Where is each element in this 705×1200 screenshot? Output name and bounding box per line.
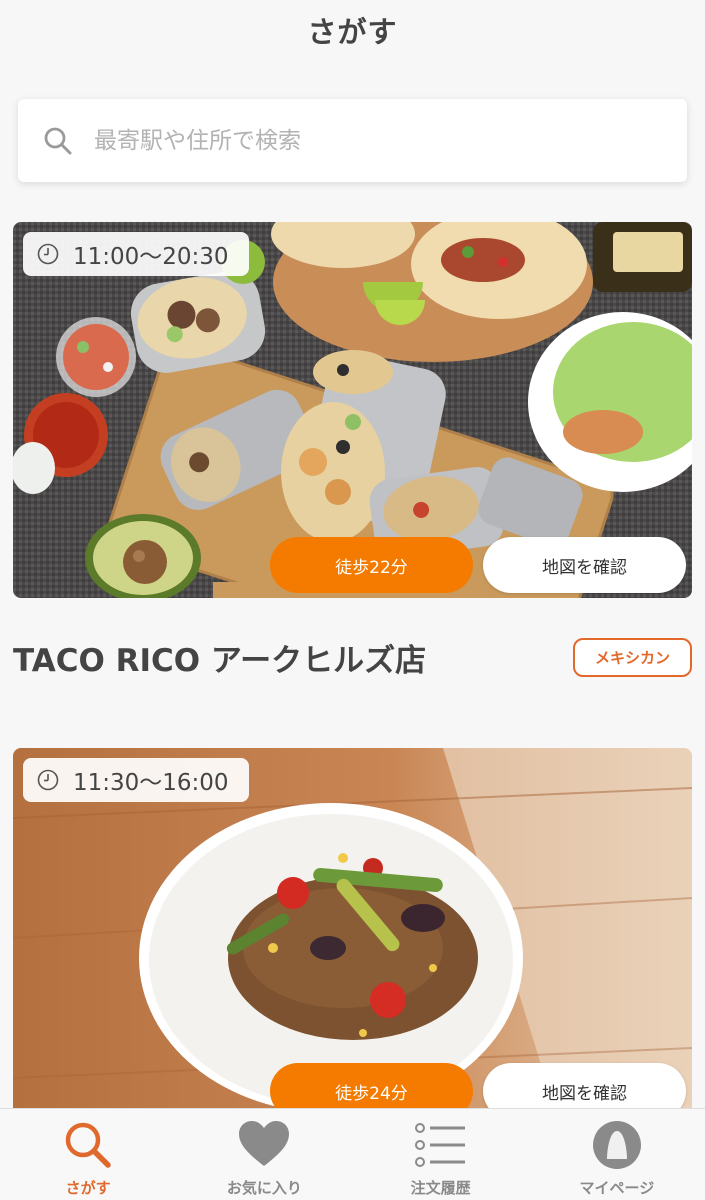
tab-label: さがす	[65, 1179, 111, 1197]
screen: さがす 最寄駅や住所で検索 11:00〜20:30 徒歩22分 地図を確認 TA…	[0, 0, 705, 1200]
tab-order-history[interactable]: 注文履歴	[353, 1109, 529, 1200]
search-icon	[42, 125, 74, 157]
restaurant-photo[interactable]: 11:30〜16:00 徒歩24分 地図を確認	[13, 748, 692, 1168]
search-input[interactable]	[94, 127, 634, 154]
tab-label: お気に入り	[226, 1179, 302, 1197]
hours-text: 11:00〜20:30	[73, 244, 229, 270]
tab-my-page[interactable]: マイページ	[529, 1109, 705, 1200]
walk-time-button[interactable]: 徒歩22分	[270, 537, 473, 593]
shop-info-row: TACO RICO アークヒルズ店 メキシカン	[13, 632, 692, 682]
heart-icon	[237, 1119, 291, 1171]
tab-favorites[interactable]: お気に入り	[176, 1109, 352, 1200]
clock-icon	[37, 769, 59, 791]
tab-label: マイページ	[579, 1179, 655, 1197]
page-title: さがす	[307, 15, 398, 49]
tab-search[interactable]: さがす	[0, 1109, 176, 1200]
restaurant-photo[interactable]: 11:00〜20:30 徒歩22分 地図を確認	[13, 222, 692, 598]
restaurant-card[interactable]: 11:00〜20:30 徒歩22分 地図を確認 TACO RICO アークヒルズ…	[13, 222, 692, 679]
restaurant-card[interactable]: 11:30〜16:00 徒歩24分 地図を確認	[13, 748, 692, 1168]
tab-bar: さがす お気に入り 注文履歴 マイページ	[0, 1108, 705, 1200]
hours-badge: 11:30〜16:00	[23, 758, 249, 802]
list-icon	[414, 1119, 468, 1171]
person-icon	[590, 1119, 644, 1171]
clock-icon	[37, 243, 59, 265]
genre-tag: メキシカン	[572, 637, 692, 677]
header: さがす	[0, 0, 705, 60]
search-icon	[61, 1119, 115, 1171]
tab-label: 注文履歴	[410, 1179, 471, 1197]
shop-name[interactable]: TACO RICO アークヒルズ店	[13, 635, 426, 680]
hours-badge: 11:00〜20:30	[23, 232, 249, 276]
view-map-button[interactable]: 地図を確認	[483, 537, 686, 593]
hours-text: 11:30〜16:00	[73, 770, 229, 796]
search-bar[interactable]	[18, 99, 687, 182]
